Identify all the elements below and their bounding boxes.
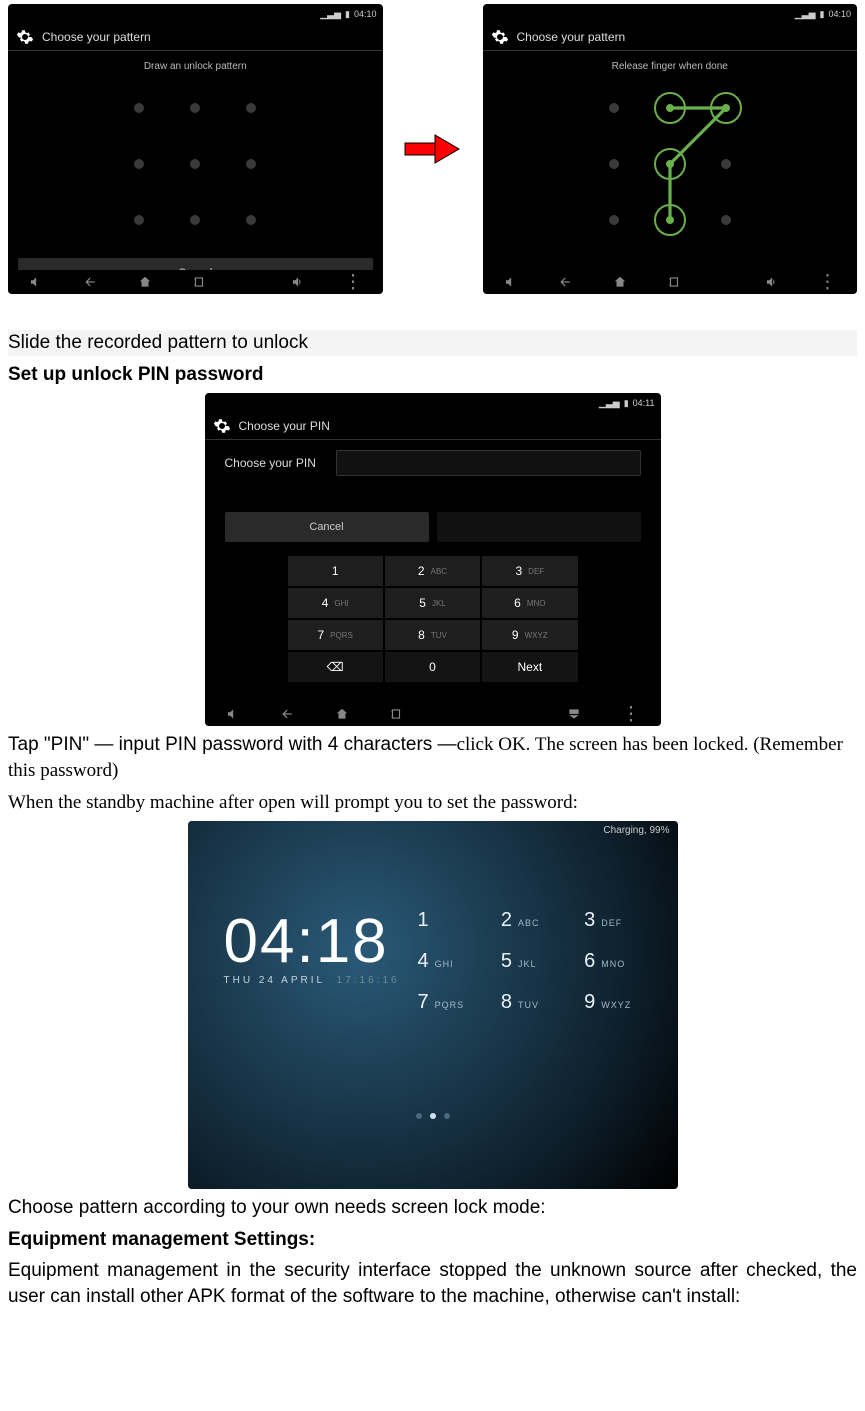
lock-key-2[interactable]: 2ABC — [501, 909, 554, 932]
key-1[interactable]: 1 — [288, 556, 383, 586]
recent-icon[interactable] — [667, 275, 681, 289]
key-4[interactable]: 4GHI — [288, 588, 383, 618]
signal-icon: ▁▃▅ — [599, 398, 620, 409]
lock-key-1[interactable]: 1 — [418, 909, 471, 932]
lock-key-7[interactable]: 7PQRS — [418, 991, 471, 1014]
text-choose-pattern: Choose pattern according to your own nee… — [8, 1195, 857, 1221]
dialog-title-bar: Choose your pattern — [8, 24, 383, 51]
status-bar: ▁▃▅ ▮ 04:11 — [205, 393, 661, 413]
volume-down-icon[interactable] — [28, 275, 42, 289]
back-icon[interactable] — [82, 275, 98, 289]
key-0[interactable]: 0 — [385, 652, 480, 682]
lock-time: 04:18 — [224, 911, 400, 973]
pattern-instruction: Draw an unlock pattern — [8, 51, 383, 78]
lock-key-8[interactable]: 8TUV — [501, 991, 554, 1014]
gear-icon — [213, 417, 231, 435]
status-time: 04:10 — [354, 9, 377, 19]
gear-icon — [491, 28, 509, 46]
lock-key-5[interactable]: 5JKL — [501, 950, 554, 973]
key-2[interactable]: 2ABC — [385, 556, 480, 586]
key-6[interactable]: 6MNO — [482, 588, 577, 618]
continue-button — [437, 512, 641, 542]
back-icon[interactable] — [557, 275, 573, 289]
lock-key-4[interactable]: 4GHI — [418, 950, 471, 973]
recent-icon[interactable] — [192, 275, 206, 289]
pattern-grid[interactable] — [590, 84, 750, 244]
text-tap-pin: Tap "PIN" — input PIN password with 4 ch… — [8, 732, 857, 783]
volume-up-icon[interactable] — [764, 275, 778, 289]
menu-icon[interactable]: ⋮ — [344, 271, 363, 294]
lock-clock: 04:18 THU 24 APRIL 17:16:16 — [224, 911, 400, 986]
volume-down-icon[interactable] — [225, 707, 239, 721]
pattern-instruction: Release finger when done — [483, 51, 858, 78]
volume-up-icon[interactable] — [290, 275, 304, 289]
heading-setup-pin: Set up unlock PIN password — [8, 362, 857, 388]
text-slide-unlock: Slide the recorded pattern to unlock — [8, 330, 857, 356]
screenshot-pattern-draw: ▁▃▅ ▮ 04:10 Choose your pattern Draw an … — [8, 4, 383, 294]
dialog-title-bar: Choose your pattern — [483, 24, 858, 51]
battery-icon: ▮ — [820, 9, 825, 20]
key-9[interactable]: 9WXYZ — [482, 620, 577, 650]
lock-date: THU 24 APRIL 17:16:16 — [224, 975, 400, 986]
charging-status: Charging, 99% — [603, 825, 669, 836]
status-time: 04:11 — [633, 398, 655, 408]
lock-key-9[interactable]: 9WXYZ — [584, 991, 637, 1014]
recent-icon[interactable] — [389, 707, 403, 721]
signal-icon: ▁▃▅ — [320, 9, 341, 20]
status-bar: ▁▃▅ ▮ 04:10 — [483, 4, 858, 24]
status-bar: ▁▃▅ ▮ 04:10 — [8, 4, 383, 24]
keyboard-hide-icon[interactable] — [566, 707, 582, 721]
pin-label: Choose your PIN — [225, 456, 316, 470]
dialog-title: Choose your PIN — [239, 419, 330, 433]
home-icon[interactable] — [613, 275, 627, 289]
red-arrow-icon — [403, 129, 463, 169]
dialog-title-bar: Choose your PIN — [205, 413, 661, 440]
pattern-screenshots-row: ▁▃▅ ▮ 04:10 Choose your pattern Draw an … — [8, 4, 857, 294]
menu-icon[interactable]: ⋮ — [622, 703, 641, 726]
dialog-title: Choose your pattern — [42, 30, 151, 44]
text-standby: When the standby machine after open will… — [8, 790, 857, 816]
nav-bar: ⋮ — [483, 270, 858, 294]
lock-keypad: 1 2ABC 3DEF 4GHI 5JKL 6MNO 7PQRS 8TUV 9WXYZ — [418, 909, 638, 1014]
lock-key-6[interactable]: 6MNO — [584, 950, 637, 973]
key-3[interactable]: 3DEF — [482, 556, 577, 586]
screenshot-lockscreen: Charging, 99% 04:18 THU 24 APRIL 17:16:1… — [188, 821, 678, 1189]
screenshot-pattern-drawn: ▁▃▅ ▮ 04:10 Choose your pattern Release … — [483, 4, 858, 294]
heading-equipment: Equipment management Settings: — [8, 1227, 857, 1253]
battery-icon: ▮ — [345, 9, 350, 20]
signal-icon: ▁▃▅ — [795, 9, 816, 20]
status-time: 04:10 — [828, 9, 851, 19]
lock-key-3[interactable]: 3DEF — [584, 909, 637, 932]
nav-bar: ⋮ — [8, 270, 383, 294]
cancel-button[interactable]: Cancel — [225, 512, 429, 542]
key-7[interactable]: 7PQRS — [288, 620, 383, 650]
menu-icon[interactable]: ⋮ — [818, 271, 837, 294]
pattern-grid[interactable] — [115, 84, 275, 244]
nav-bar: ⋮ — [205, 702, 661, 726]
battery-icon: ▮ — [624, 398, 629, 409]
dialog-title: Choose your pattern — [517, 30, 626, 44]
home-icon[interactable] — [138, 275, 152, 289]
screenshot-pin-setup: ▁▃▅ ▮ 04:11 Choose your PIN Choose your … — [205, 393, 661, 726]
key-Next[interactable]: Next — [482, 652, 577, 682]
key-8[interactable]: 8TUV — [385, 620, 480, 650]
pin-input[interactable] — [336, 450, 641, 476]
key-⌫[interactable]: ⌫ — [288, 652, 383, 682]
text-equipment-body: Equipment management in the security int… — [8, 1258, 857, 1309]
home-icon[interactable] — [335, 707, 349, 721]
key-5[interactable]: 5JKL — [385, 588, 480, 618]
numeric-keypad: 12ABC3DEF 4GHI5JKL6MNO 7PQRS8TUV9WXYZ ⌫0Nex… — [288, 556, 578, 682]
back-icon[interactable] — [279, 707, 295, 721]
gear-icon — [16, 28, 34, 46]
page-indicator — [416, 1113, 450, 1119]
volume-down-icon[interactable] — [503, 275, 517, 289]
